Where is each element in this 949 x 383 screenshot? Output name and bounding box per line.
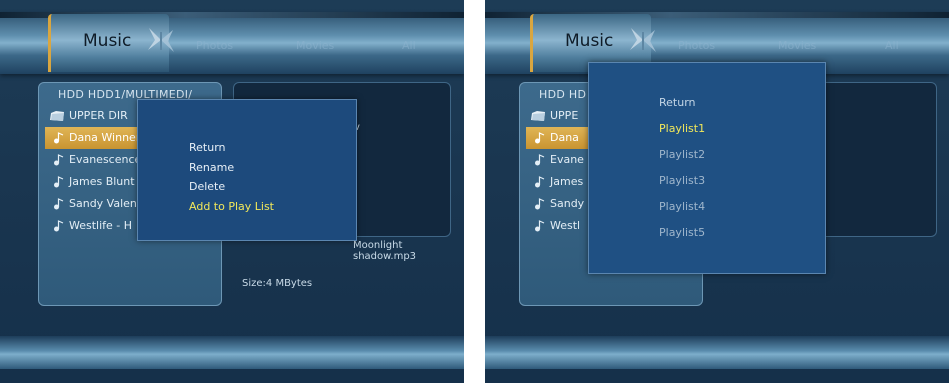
music-note-icon xyxy=(535,154,545,166)
music-note-icon xyxy=(535,176,545,188)
file-name-label: Moonlight shadow.mp3 xyxy=(353,240,417,262)
list-item-label: UPPER DIR xyxy=(69,109,128,122)
list-item-label: Evane xyxy=(550,153,584,166)
folder-icon xyxy=(531,111,545,121)
list-item-label: Sandy xyxy=(550,197,585,210)
music-note-icon xyxy=(535,198,545,210)
tab-music-label: Music xyxy=(83,31,132,51)
menu-item-add-to-playlist[interactable]: Add to Play List xyxy=(189,200,274,213)
tab-music-label: Music xyxy=(565,31,614,51)
menu-item-delete[interactable]: Delete xyxy=(189,180,225,193)
butterfly-icon xyxy=(630,28,656,52)
list-item-upper-dir[interactable]: UPPE xyxy=(526,105,588,127)
bottom-bar xyxy=(485,336,949,369)
screen-left: Music Photos Movies All HDD HDD1/MULTIME… xyxy=(0,0,464,383)
screen-right: Music Photos Movies All HDD HD UPPE Dana… xyxy=(485,0,949,383)
playlist-menu: Return Playlist1 Playlist2 Playlist3 Pla… xyxy=(588,62,826,274)
music-note-icon xyxy=(54,220,64,232)
tab-all[interactable]: All xyxy=(402,39,416,52)
list-item-label: Westlife - H xyxy=(69,219,133,232)
music-note-icon xyxy=(535,132,545,144)
folder-icon xyxy=(50,111,64,121)
list-item[interactable]: James xyxy=(526,171,588,193)
butterfly-icon xyxy=(148,28,174,52)
menu-item-return[interactable]: Return xyxy=(189,141,226,154)
list-item-label: Dana Winner xyxy=(69,131,141,144)
file-list: UPPE Dana Evane James Sandy Westl xyxy=(526,105,588,237)
playlist-item-4[interactable]: Playlist4 xyxy=(659,200,705,213)
path-label: HDD HD xyxy=(539,88,587,101)
tab-movies[interactable]: Movies xyxy=(296,39,334,52)
context-menu: Return Rename Delete Add to Play List xyxy=(137,99,357,241)
list-item-label: Dana xyxy=(550,131,579,144)
list-item-label: James xyxy=(550,175,584,188)
file-size-label: Size:4 MBytes xyxy=(242,278,313,289)
tab-all[interactable]: All xyxy=(885,39,899,52)
list-item-label: Westl xyxy=(550,219,581,232)
list-item[interactable]: Evane xyxy=(526,149,588,171)
music-note-icon xyxy=(54,176,64,188)
music-note-icon xyxy=(54,154,64,166)
tab-movies[interactable]: Movies xyxy=(778,39,816,52)
playlist-item-2[interactable]: Playlist2 xyxy=(659,148,705,161)
playlist-item-1[interactable]: Playlist1 xyxy=(659,122,705,135)
top-menu-bar: Music Photos Movies All xyxy=(0,12,464,74)
menu-item-rename[interactable]: Rename xyxy=(189,161,234,174)
list-item-label: James Blunt xyxy=(69,175,135,188)
music-note-icon xyxy=(54,198,64,210)
list-item[interactable]: Sandy xyxy=(526,193,588,215)
bottom-bar xyxy=(0,336,464,369)
list-item-label: Evanescence xyxy=(69,153,142,166)
list-item-label: UPPE xyxy=(550,109,579,122)
music-note-icon xyxy=(54,132,64,144)
playlist-item-return[interactable]: Return xyxy=(659,96,696,109)
list-item[interactable]: Westl xyxy=(526,215,588,237)
tab-photos[interactable]: Photos xyxy=(196,39,233,52)
list-item-selected[interactable]: Dana xyxy=(526,127,588,149)
tab-photos[interactable]: Photos xyxy=(678,39,715,52)
preview-panel xyxy=(815,82,937,237)
tab-music[interactable]: Music xyxy=(48,14,174,72)
playlist-item-5[interactable]: Playlist5 xyxy=(659,226,705,239)
music-note-icon xyxy=(535,220,545,232)
playlist-item-3[interactable]: Playlist3 xyxy=(659,174,705,187)
